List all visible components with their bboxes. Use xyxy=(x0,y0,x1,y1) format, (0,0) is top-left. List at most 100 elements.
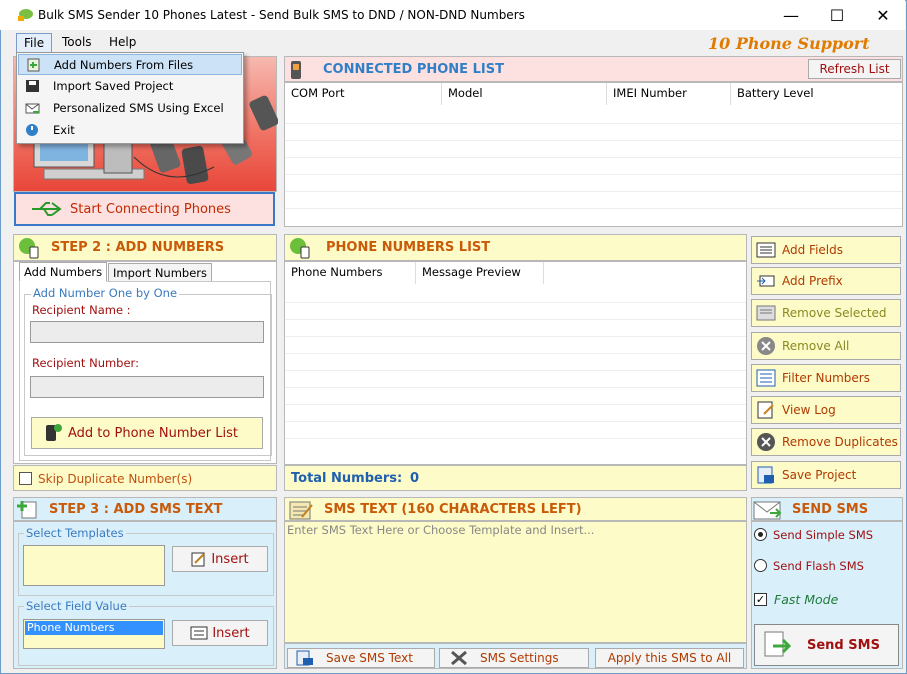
save-sms-text-button[interactable]: Save SMS Text xyxy=(287,648,435,668)
power-icon xyxy=(26,124,38,136)
column-battery[interactable]: Battery Level xyxy=(731,83,901,105)
notepad-icon xyxy=(289,501,313,520)
settings-tools-icon xyxy=(451,650,467,666)
insert-template-button[interactable]: Insert xyxy=(172,546,268,572)
field-value-selected[interactable]: Phone Numbers xyxy=(25,621,163,635)
fast-mode-checkbox[interactable]: ✓ xyxy=(754,593,767,606)
phone-numbers-table[interactable]: Phone Numbers Message Preview xyxy=(284,261,747,465)
remove-all-button[interactable]: Remove All xyxy=(751,332,901,360)
add-text-icon xyxy=(17,501,37,519)
field-value-list[interactable]: Phone Numbers xyxy=(23,619,165,649)
send-sms-header: SEND SMS xyxy=(751,497,903,521)
skip-duplicates-label: Skip Duplicate Number(s) xyxy=(38,472,193,486)
column-model[interactable]: Model xyxy=(442,83,607,105)
recipient-name-label: Recipient Name : xyxy=(32,303,131,317)
phone-icon xyxy=(291,61,301,79)
menu-import-saved-project[interactable]: Import Saved Project xyxy=(18,76,242,97)
add-phone-icon xyxy=(19,238,39,259)
menu-file[interactable]: File xyxy=(16,33,53,53)
add-prefix-icon xyxy=(756,272,776,290)
remove-all-icon xyxy=(756,337,776,355)
minimize-button[interactable]: — xyxy=(768,0,814,30)
column-imei[interactable]: IMEI Number xyxy=(607,83,731,105)
send-simple-sms-label[interactable]: Send Simple SMS xyxy=(773,528,873,542)
send-sms-body: Send Simple SMS Send Flash SMS ✓ Fast Mo… xyxy=(751,521,903,669)
add-to-phone-number-list-label: Add to Phone Number List xyxy=(68,425,238,441)
window-title: Bulk SMS Sender 10 Phones Latest - Send … xyxy=(38,8,525,22)
sms-text-title: SMS TEXT (160 CHARACTERS LEFT) xyxy=(324,502,582,517)
column-message-preview[interactable]: Message Preview xyxy=(416,262,544,284)
recipient-number-input[interactable] xyxy=(30,376,264,398)
phone-numbers-list-header: PHONE NUMBERS LIST xyxy=(284,234,747,261)
file-dropdown-menu: Add Numbers From Files Import Saved Proj… xyxy=(16,52,244,144)
menu-add-numbers-from-files[interactable]: Add Numbers From Files xyxy=(18,54,242,75)
send-flash-sms-radio[interactable] xyxy=(754,559,767,572)
save-project-button[interactable]: Save Project xyxy=(751,461,901,489)
sms-text-toolbar: Save SMS Text SMS Settings Apply this SM… xyxy=(284,643,747,669)
add-to-phone-number-list-button[interactable]: Add to Phone Number List xyxy=(31,417,263,449)
menu-exit[interactable]: Exit xyxy=(18,120,242,141)
add-fields-button[interactable]: Add Fields xyxy=(751,236,901,264)
recipient-number-label: Recipient Number: xyxy=(32,356,139,370)
total-numbers-row: Total Numbers: 0 xyxy=(284,465,747,491)
templates-list[interactable] xyxy=(23,545,165,586)
send-sms-title: SEND SMS xyxy=(792,502,869,517)
total-numbers-value: 0 xyxy=(410,471,420,486)
app-logo-icon xyxy=(18,9,33,21)
start-connecting-label: Start Connecting Phones xyxy=(70,201,231,217)
sms-text-placeholder: Enter SMS Text Here or Choose Template a… xyxy=(287,523,595,537)
apply-sms-to-all-button[interactable]: Apply this SMS to All xyxy=(595,648,744,668)
add-number-icon xyxy=(46,424,62,441)
save-sms-icon xyxy=(296,650,313,666)
tab-add-numbers[interactable]: Add Numbers xyxy=(19,262,108,282)
phone-numbers-list-title: PHONE NUMBERS LIST xyxy=(326,240,491,255)
step2-title: STEP 2 : ADD NUMBERS xyxy=(51,240,225,255)
column-com-port[interactable]: COM Port xyxy=(285,83,442,105)
save-project-icon xyxy=(756,466,776,484)
remove-selected-button[interactable]: Remove Selected xyxy=(751,299,901,327)
filter-numbers-button[interactable]: Filter Numbers xyxy=(751,364,901,392)
remove-duplicates-button[interactable]: Remove Duplicates xyxy=(751,428,901,456)
sms-settings-button[interactable]: SMS Settings xyxy=(439,648,589,668)
recipient-name-input[interactable] xyxy=(30,321,264,343)
column-phone-numbers[interactable]: Phone Numbers xyxy=(285,262,416,284)
step3-title: STEP 3 : ADD SMS TEXT xyxy=(49,502,223,517)
add-prefix-button[interactable]: Add Prefix xyxy=(751,267,901,295)
envelope-icon xyxy=(753,501,782,520)
skip-duplicates-row: Skip Duplicate Number(s) xyxy=(13,465,277,491)
insert-field-icon xyxy=(190,626,208,640)
skip-duplicates-checkbox[interactable] xyxy=(19,472,32,485)
close-button[interactable]: ✕ xyxy=(860,0,906,30)
fast-mode-label[interactable]: Fast Mode xyxy=(774,592,838,607)
add-number-group-title: Add Number One by One xyxy=(31,286,180,300)
maximize-button[interactable]: ☐ xyxy=(814,0,860,30)
menu-personalized-sms-excel[interactable]: Personalized SMS Using Excel xyxy=(18,98,242,119)
send-sms-button[interactable]: Send SMS xyxy=(754,624,899,666)
insert-field-button[interactable]: Insert xyxy=(172,620,268,646)
menu-tools[interactable]: Tools xyxy=(55,33,99,53)
step2-body: Add Numbers Import Numbers Add Number On… xyxy=(13,261,277,464)
step3-body: Select Templates Insert Select Field Val… xyxy=(13,521,277,669)
add-fields-icon xyxy=(756,241,776,259)
remove-duplicates-icon xyxy=(756,433,776,451)
phone-support-label: 10 Phone Support xyxy=(708,34,870,53)
excel-sms-icon xyxy=(25,103,40,114)
send-flash-sms-label[interactable]: Send Flash SMS xyxy=(773,559,864,573)
menu-help[interactable]: Help xyxy=(102,33,143,53)
start-connecting-phones-button[interactable]: Start Connecting Phones xyxy=(14,192,275,226)
tab-import-numbers[interactable]: Import Numbers xyxy=(108,263,213,283)
refresh-list-button[interactable]: Refresh List xyxy=(808,59,901,79)
total-numbers-label: Total Numbers: xyxy=(291,471,403,486)
connected-phone-table[interactable]: COM Port Model IMEI Number Battery Level xyxy=(284,82,903,227)
step2-header: STEP 2 : ADD NUMBERS xyxy=(13,234,277,261)
import-project-icon xyxy=(26,80,39,92)
insert-icon xyxy=(191,552,206,567)
view-log-icon xyxy=(756,401,776,419)
remove-selected-icon xyxy=(756,304,776,322)
sms-text-area[interactable]: Enter SMS Text Here or Choose Template a… xyxy=(284,521,747,643)
send-simple-sms-radio[interactable] xyxy=(754,528,767,541)
view-log-button[interactable]: View Log xyxy=(751,396,901,424)
select-templates-label: Select Templates xyxy=(24,526,126,540)
add-numbers-file-icon xyxy=(27,58,40,72)
title-bar: Bulk SMS Sender 10 Phones Latest - Send … xyxy=(0,0,905,30)
